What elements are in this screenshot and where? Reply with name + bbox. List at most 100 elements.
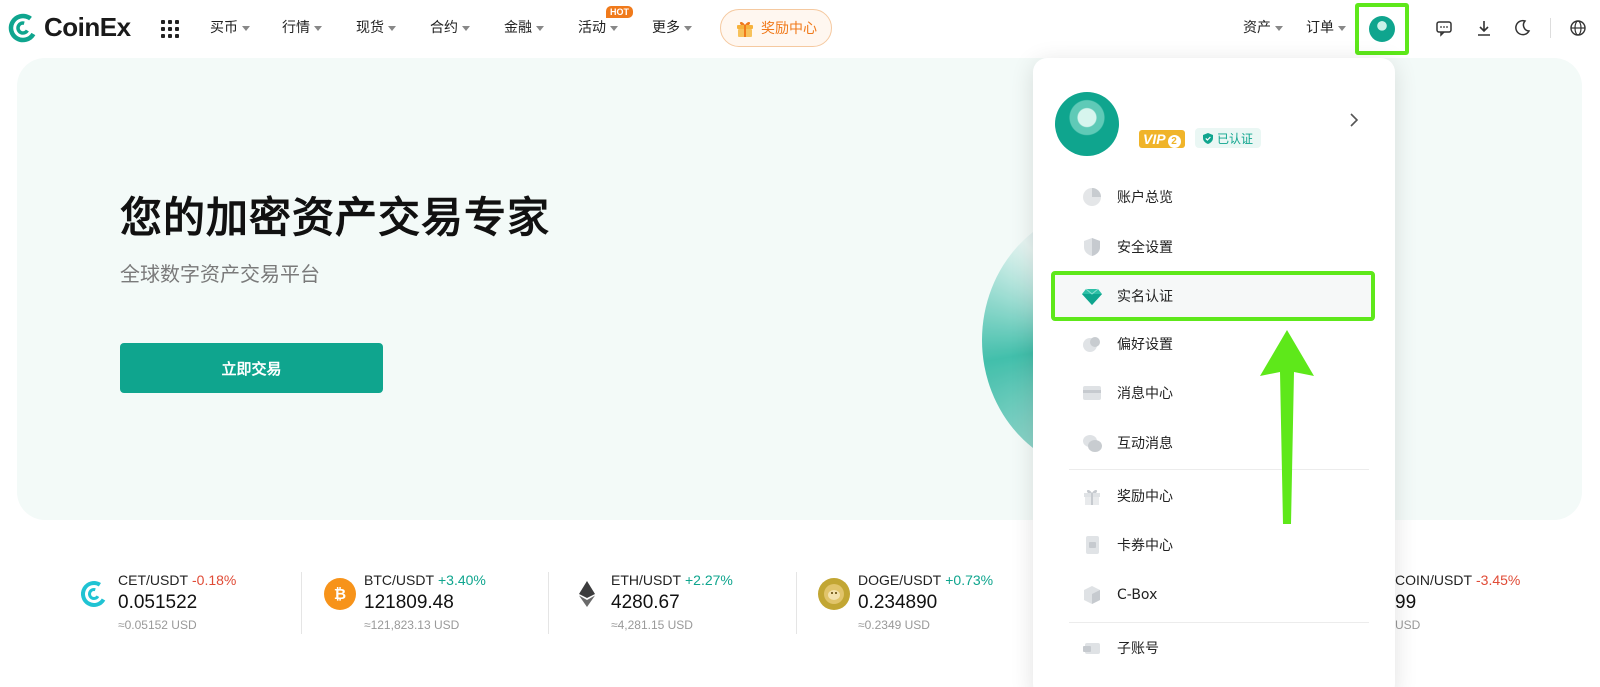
menu-security-settings[interactable]: 安全设置 (1065, 224, 1371, 270)
ticker-divider (796, 572, 797, 634)
menu-c-box[interactable]: C-Box (1065, 572, 1371, 618)
price-change: -0.18% (192, 572, 237, 588)
price-change: +0.73% (945, 572, 994, 588)
dogecoin-icon (818, 578, 850, 610)
box-icon (1084, 586, 1100, 604)
ticker-pair: COIN/USDT -3.45% (1395, 572, 1520, 588)
user-avatar-button[interactable] (1355, 3, 1409, 55)
price-change: +3.40% (438, 572, 486, 588)
moon-icon[interactable] (1512, 18, 1532, 38)
assets-menu[interactable]: 资产 (1243, 17, 1283, 37)
user-dropdown-menu: VIP2 已认证 账户总览 安全设置 实名认证 偏好设置 消息中心 互动消息 (1033, 58, 1395, 687)
menu-label: 安全设置 (1117, 240, 1173, 256)
diamond-icon (1082, 288, 1102, 305)
cet-coin-icon (78, 578, 110, 610)
nav-markets[interactable]: 行情 (282, 17, 322, 37)
chevron-down-icon (1338, 25, 1346, 31)
menu-label: 实名认证 (1117, 289, 1173, 305)
annotation-arrow (1260, 330, 1314, 524)
pair-name: COIN/USDT (1395, 572, 1472, 588)
vip-level: 2 (1167, 135, 1181, 148)
verified-label: 已认证 (1217, 131, 1254, 146)
nav-label: 行情 (282, 20, 310, 36)
ticker-usd: ≈121,823.13 USD (364, 618, 460, 632)
chevron-right-icon[interactable] (1349, 113, 1359, 127)
message-icon[interactable] (1434, 18, 1454, 38)
avatar-icon (1369, 16, 1395, 42)
ticker-price: 99 (1395, 592, 1417, 613)
menu-sub-account[interactable]: 子账号 (1065, 625, 1371, 671)
nav-label: 合约 (430, 20, 458, 36)
chevron-down-icon (462, 25, 470, 31)
ticker-usd: ≈0.05152 USD (118, 618, 197, 632)
coupon-icon (1086, 536, 1099, 554)
globe-icon[interactable] (1568, 18, 1588, 38)
nav-finance[interactable]: 金融 (504, 17, 544, 37)
menu-divider (1069, 622, 1369, 623)
menu-divider (1069, 469, 1369, 470)
ticker-price: 0.234890 (858, 592, 938, 613)
download-icon[interactable] (1474, 18, 1494, 38)
nav-label: 现货 (356, 20, 384, 36)
menu-message-center[interactable]: 消息中心 (1065, 370, 1371, 416)
coinex-logo[interactable]: CoinEx (8, 12, 131, 43)
trade-now-button[interactable]: 立即交易 (120, 343, 383, 393)
nav-spot[interactable]: 现货 (356, 17, 396, 37)
chevron-down-icon (684, 25, 692, 31)
vip-badge: VIP 2 (1139, 130, 1185, 148)
sub-account-icon (1083, 643, 1100, 654)
bitcoin-icon: ₿ (324, 578, 356, 610)
ticker-pair: DOGE/USDT +0.73% (858, 572, 993, 588)
menu-interactive-messages[interactable]: 互动消息 (1065, 420, 1371, 466)
mail-icon (1083, 386, 1101, 400)
menu-label: 互动消息 (1117, 436, 1173, 452)
gift-icon (1084, 489, 1100, 505)
coinex-logo-icon (8, 13, 38, 42)
nav-activities[interactable]: 活动 (578, 17, 618, 37)
ticker-usd: USD (1395, 618, 1421, 632)
menu-label: 卡券中心 (1117, 538, 1173, 554)
header-divider (1550, 18, 1551, 38)
preferences-icon (1083, 337, 1100, 352)
menu-label: 偏好设置 (1117, 337, 1173, 353)
hero-title: 您的加密资产交易专家 (120, 193, 551, 242)
menu-identity-verification[interactable]: 实名认证 (1051, 271, 1375, 321)
profile-avatar[interactable] (1055, 92, 1119, 156)
nav-more[interactable]: 更多 (652, 17, 692, 37)
brand-name: CoinEx (44, 12, 131, 42)
menu-label: 子账号 (1117, 641, 1159, 657)
gift-icon (737, 21, 753, 37)
chevron-down-icon (610, 25, 618, 31)
vip-label: VIP (1143, 131, 1166, 147)
nav-label: 买币 (210, 20, 238, 36)
ticker-usd: ≈4,281.15 USD (611, 618, 693, 632)
pie-chart-icon (1083, 188, 1101, 206)
ticker-price: 0.051522 (118, 592, 198, 613)
chevron-down-icon (242, 25, 250, 31)
chevron-down-icon (1275, 25, 1283, 31)
reward-center-label: 奖励中心 (761, 21, 817, 37)
ticker-divider (301, 572, 302, 634)
menu-label: C-Box (1117, 587, 1158, 603)
hero-subtitle: 全球数字资产交易平台 (120, 262, 320, 286)
menu-account-overview[interactable]: 账户总览 (1065, 174, 1371, 220)
chevron-down-icon (388, 25, 396, 31)
apps-grid-icon[interactable] (161, 20, 179, 38)
nav-label: 金融 (504, 20, 532, 36)
nav-futures[interactable]: 合约 (430, 17, 470, 37)
menu-label: 奖励中心 (1117, 489, 1173, 505)
menu-coupon-center[interactable]: 卡券中心 (1065, 522, 1371, 568)
chat-bubbles-icon (1083, 435, 1102, 452)
orders-menu[interactable]: 订单 (1306, 17, 1346, 37)
pair-name: CET/USDT (118, 572, 188, 588)
menu-preferences[interactable]: 偏好设置 (1065, 321, 1371, 367)
nav-buy-crypto[interactable]: 买币 (210, 17, 250, 37)
reward-center-button[interactable]: 奖励中心 (720, 9, 832, 47)
nav-label: 活动 (578, 20, 606, 36)
menu-reward-center[interactable]: 奖励中心 (1065, 473, 1371, 519)
ticker-price: 4280.67 (611, 592, 680, 613)
verified-badge: 已认证 (1195, 128, 1262, 148)
assets-label: 资产 (1243, 20, 1271, 36)
hot-badge: HOT (606, 6, 633, 18)
page: CoinEx 买币 行情 现货 合约 金融 活动 HOT 更多 奖励中心 资产 … (0, 0, 1600, 687)
